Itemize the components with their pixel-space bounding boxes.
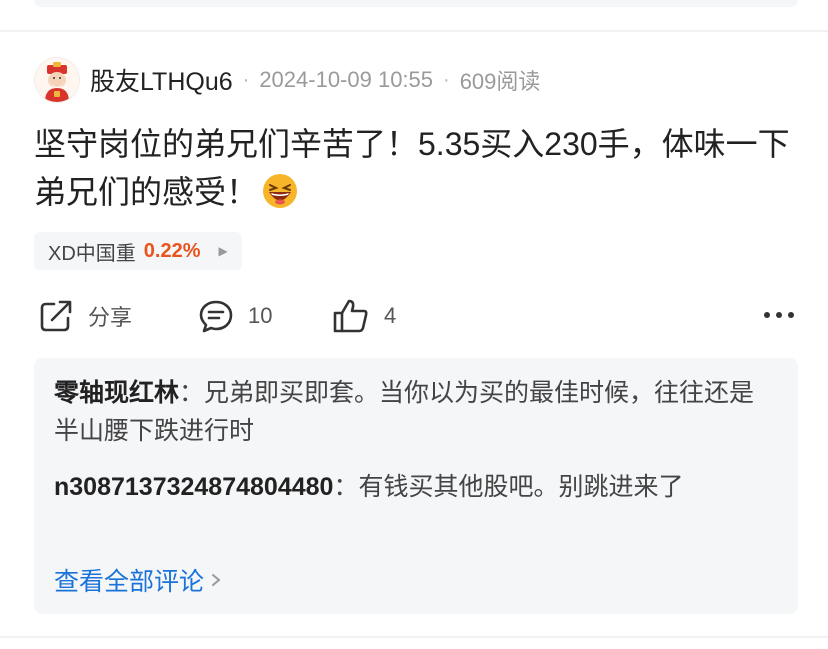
comment-count: 10: [248, 303, 273, 328]
comment-separator: ：: [333, 473, 359, 501]
comment-item[interactable]: 零轴现红林：兄弟即买即套。当你以为买的最佳时候，往往还是半山腰下跌进行时: [54, 374, 774, 450]
comment-item[interactable]: n3087137324874804480：有钱买其他股吧。别跳进来了: [54, 468, 774, 506]
comment-button[interactable]: 10: [198, 294, 272, 338]
like-count: 4: [384, 303, 397, 328]
action-bar: 分享 10 4: [34, 294, 798, 338]
caishen-avatar-icon: [35, 58, 79, 102]
divider: [0, 636, 828, 638]
laughing-emoji-icon: [263, 174, 298, 208]
meta-separator: ·: [242, 68, 250, 91]
post-header: 股友LTHQu6 · 2024-10-09 10:55 · 609阅读: [34, 56, 540, 104]
more-dot-icon: [776, 312, 782, 318]
chevron-right-icon: [212, 574, 221, 586]
like-button[interactable]: 4: [332, 294, 396, 338]
comment-text: 有钱买其他股吧。别跳进来了: [358, 473, 684, 501]
view-all-comments-link[interactable]: 查看全部评论: [54, 562, 224, 598]
username[interactable]: 股友LTHQu6: [90, 62, 233, 98]
stock-tag[interactable]: XD中国重 0.22% ▶: [34, 232, 242, 270]
stock-name: XD中国重: [48, 242, 136, 265]
more-options-button[interactable]: [764, 312, 794, 318]
share-icon: [40, 300, 72, 332]
meta-separator: ·: [443, 68, 450, 91]
post-datetime: 2024-10-09 10:55: [259, 67, 434, 92]
comments-preview: 零轴现红林：兄弟即买即套。当你以为买的最佳时候，往往还是半山腰下跌进行时 n30…: [34, 358, 798, 614]
thumbs-up-icon: [333, 299, 368, 333]
avatar[interactable]: [34, 57, 80, 103]
divider: [0, 30, 828, 32]
more-dot-icon: [764, 312, 770, 318]
play-arrow-icon: ▶: [218, 244, 228, 258]
view-all-label: 查看全部评论: [54, 568, 205, 596]
stock-change: 0.22%: [143, 239, 201, 262]
comment-author[interactable]: n3087137324874804480: [54, 473, 333, 501]
previous-post-card: [34, 0, 798, 7]
post-content[interactable]: 坚守岗位的弟兄们辛苦了！5.35买入230手，体味一下弟兄们的感受！: [34, 120, 804, 216]
share-button[interactable]: 分享: [38, 294, 132, 338]
comment-icon: [199, 300, 233, 333]
share-label: 分享: [88, 305, 133, 330]
more-dot-icon: [788, 312, 794, 318]
comment-author[interactable]: 零轴现红林: [54, 379, 179, 407]
read-count: 609阅读: [459, 69, 541, 94]
post-text: 坚守岗位的弟兄们辛苦了！5.35买入230手，体味一下弟兄们的感受！: [34, 126, 790, 210]
comment-separator: ：: [179, 379, 205, 407]
